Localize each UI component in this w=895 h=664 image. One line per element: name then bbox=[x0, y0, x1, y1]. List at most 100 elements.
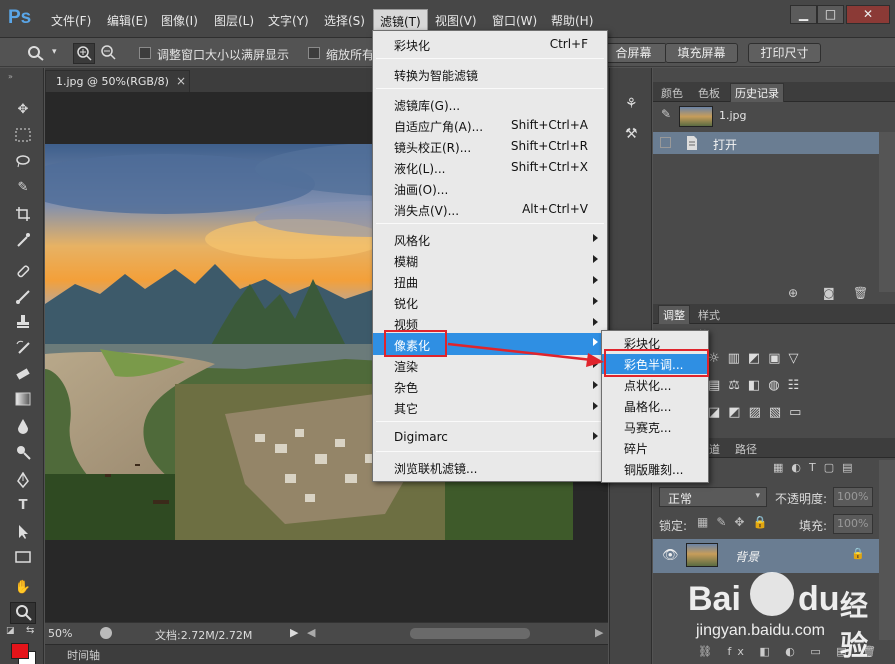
clone-stamp-tool-icon[interactable] bbox=[14, 314, 32, 330]
tab-styles[interactable]: 样式 bbox=[698, 307, 720, 323]
zoom-tool-active-icon[interactable] bbox=[10, 602, 36, 624]
swap-colors-icon[interactable]: ⇆ bbox=[26, 625, 34, 636]
menu-item-blur[interactable]: 模糊 bbox=[373, 250, 607, 271]
history-brush-tool-icon[interactable] bbox=[14, 340, 32, 356]
tool-presets-panel-icon[interactable]: ⚒ bbox=[625, 126, 638, 142]
tab-paths[interactable]: 路径 bbox=[735, 441, 757, 457]
zoom-out-icon[interactable] bbox=[98, 43, 120, 64]
tab-color[interactable]: 颜色 bbox=[661, 85, 683, 101]
opacity-input[interactable]: 100% bbox=[833, 487, 873, 507]
submenu-item-mosaic[interactable]: 马赛克... bbox=[602, 417, 708, 437]
tab-history[interactable]: 历史记录 bbox=[730, 83, 784, 102]
zoom-level[interactable]: 50% bbox=[48, 627, 72, 640]
zoom-all-checkbox[interactable] bbox=[308, 47, 320, 59]
scroll-left-icon[interactable]: ◀ bbox=[307, 626, 315, 639]
menu-item-sharpen[interactable]: 锐化 bbox=[373, 292, 607, 313]
delete-state-icon[interactable]: 🗑 bbox=[853, 286, 868, 300]
menu-item-distort[interactable]: 扭曲 bbox=[373, 271, 607, 292]
menu-window[interactable]: 窗口(W) bbox=[492, 12, 537, 29]
menu-item-digimarc[interactable]: Digimarc bbox=[373, 427, 607, 448]
zoom-in-icon[interactable] bbox=[73, 43, 95, 64]
pen-tool-icon[interactable] bbox=[14, 471, 32, 489]
timeline-label[interactable]: 时间轴 bbox=[67, 647, 100, 663]
crop-tool-icon[interactable] bbox=[14, 206, 32, 222]
tab-adjustments[interactable]: 调整 bbox=[658, 305, 690, 324]
menu-help[interactable]: 帮助(H) bbox=[551, 12, 593, 29]
tool-preset-chevron-icon[interactable]: ▾ bbox=[52, 47, 57, 57]
new-doc-from-state-icon[interactable]: ⊕ bbox=[788, 286, 798, 300]
hand-tool-icon[interactable]: ✋ bbox=[14, 580, 32, 596]
doc-info-icon[interactable] bbox=[100, 627, 112, 639]
snapshot-camera-icon[interactable]: ◙ bbox=[823, 286, 835, 300]
menu-image[interactable]: 图像(I) bbox=[161, 12, 198, 29]
layer-row-background[interactable]: 👁 背景 🔒 bbox=[653, 539, 879, 573]
history-snapshot[interactable]: ✎ 1.jpg bbox=[653, 103, 895, 129]
eraser-tool-icon[interactable] bbox=[14, 366, 32, 382]
horizontal-scrollbar-thumb[interactable] bbox=[410, 628, 530, 639]
zoom-tool-icon[interactable] bbox=[27, 45, 45, 61]
menu-item-last-filter[interactable]: 彩块化 Ctrl+F bbox=[373, 34, 607, 55]
fill-screen-button[interactable]: 填充屏幕 bbox=[665, 43, 738, 63]
marquee-tool-icon[interactable] bbox=[14, 128, 32, 144]
menu-layer[interactable]: 图层(L) bbox=[214, 12, 254, 29]
healing-brush-tool-icon[interactable] bbox=[14, 263, 32, 279]
dodge-tool-icon[interactable] bbox=[14, 444, 32, 460]
type-tool-icon[interactable]: T bbox=[14, 498, 32, 514]
menu-item-convert-smart-filter[interactable]: 转换为智能滤镜 bbox=[373, 64, 607, 85]
menu-edit[interactable]: 编辑(E) bbox=[107, 12, 148, 29]
brush-tool-icon[interactable] bbox=[14, 288, 32, 304]
layer-name[interactable]: 背景 bbox=[735, 548, 759, 565]
default-colors-icon[interactable]: ◪ bbox=[6, 626, 15, 636]
menu-item-filter-gallery[interactable]: 滤镜库(G)... bbox=[373, 94, 607, 115]
submenu-item-fragment[interactable]: 碎片 bbox=[602, 438, 708, 458]
history-scrollbar[interactable] bbox=[879, 132, 895, 292]
menu-item-oil-paint[interactable]: 油画(O)... bbox=[373, 178, 607, 199]
adjustment-icons-row-3[interactable]: ◪◩▨▧▭ bbox=[708, 405, 838, 423]
history-state-row[interactable]: 打开 bbox=[653, 132, 879, 154]
fill-input[interactable]: 100% bbox=[833, 514, 873, 534]
eyedropper-tool-icon[interactable] bbox=[14, 232, 32, 248]
move-tool-icon[interactable]: ✥ bbox=[14, 102, 32, 118]
menu-item-liquify[interactable]: 液化(L)... Shift+Ctrl+X bbox=[373, 157, 607, 178]
maximize-button[interactable]: □ bbox=[817, 5, 844, 24]
minimize-button[interactable]: ▁ bbox=[790, 5, 817, 24]
menu-item-other[interactable]: 其它 bbox=[373, 397, 607, 418]
menu-item-vanishing-point[interactable]: 消失点(V)... Alt+Ctrl+V bbox=[373, 199, 607, 220]
menu-item-lens-correction[interactable]: 镜头校正(R)... Shift+Ctrl+R bbox=[373, 136, 607, 157]
collapse-toolbar-icon[interactable]: » bbox=[8, 72, 13, 81]
menu-type[interactable]: 文字(Y) bbox=[268, 12, 309, 29]
submenu-item-crystallize[interactable]: 点状化... bbox=[602, 375, 708, 395]
blend-mode-select[interactable]: 正常 ▾ bbox=[659, 487, 767, 507]
brush-panel-icon[interactable]: ⚘ bbox=[625, 96, 638, 112]
document-tab[interactable]: 1.jpg @ 50%(RGB/8) × bbox=[45, 70, 190, 92]
menu-item-browse-online[interactable]: 浏览联机滤镜... bbox=[373, 457, 607, 478]
document-tab-close-icon[interactable]: × bbox=[176, 74, 186, 88]
layer-filter-icons[interactable]: ▦◐T▢▤ bbox=[773, 461, 883, 477]
menu-item-noise[interactable]: 杂色 bbox=[373, 376, 607, 397]
print-size-button[interactable]: 打印尺寸 bbox=[748, 43, 821, 63]
menu-view[interactable]: 视图(V) bbox=[435, 12, 477, 29]
menu-select[interactable]: 选择(S) bbox=[324, 12, 365, 29]
path-selection-tool-icon[interactable] bbox=[14, 524, 32, 540]
menu-file[interactable]: 文件(F) bbox=[51, 12, 91, 29]
gradient-tool-icon[interactable] bbox=[14, 392, 32, 408]
rectangle-tool-icon[interactable] bbox=[14, 550, 32, 566]
tab-swatches[interactable]: 色板 bbox=[698, 85, 720, 101]
menu-item-adaptive-wide-angle[interactable]: 自适应广角(A)... Shift+Ctrl+A bbox=[373, 115, 607, 136]
status-menu-arrow-icon[interactable]: ▶ bbox=[290, 626, 298, 639]
lock-icons[interactable]: ▦✎✥🔒 bbox=[697, 515, 797, 531]
adjustment-icons-row-2[interactable]: ▤⚖◧◍☷ bbox=[708, 378, 838, 396]
menu-item-stylize[interactable]: 风格化 bbox=[373, 229, 607, 250]
submenu-item-mezzotint[interactable]: 铜版雕刻... bbox=[602, 459, 708, 479]
adjustment-icons-row-1[interactable]: ☼▥◩▣▽ bbox=[708, 351, 838, 369]
close-window-button[interactable]: ✕ bbox=[846, 5, 890, 24]
scroll-right-icon[interactable]: ▶ bbox=[595, 626, 603, 639]
submenu-item-pointillize[interactable]: 晶格化... bbox=[602, 396, 708, 416]
quick-selection-tool-icon[interactable]: ✎ bbox=[14, 180, 32, 196]
layer-visibility-eye-icon[interactable]: 👁 bbox=[662, 548, 679, 563]
lasso-tool-icon[interactable] bbox=[14, 154, 32, 170]
resize-windows-checkbox[interactable] bbox=[139, 47, 151, 59]
foreground-color-swatch[interactable] bbox=[11, 643, 29, 659]
history-state-checkbox[interactable] bbox=[660, 137, 671, 148]
blur-tool-icon[interactable] bbox=[14, 418, 32, 434]
